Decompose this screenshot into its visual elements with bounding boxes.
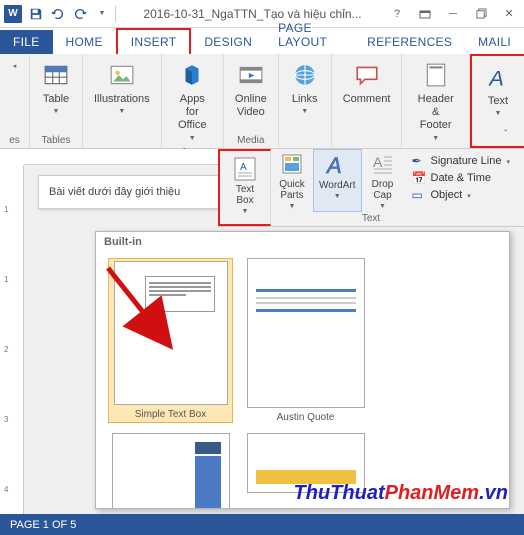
wordart-icon: A <box>324 152 350 178</box>
title-bar: W ▼ 2016-10-31_NgaTTN_Tạo và hiệu chỉn..… <box>0 0 524 28</box>
tab-page-layout[interactable]: PAGE LAYOUT <box>265 16 354 54</box>
date-icon: 📅 <box>412 171 426 185</box>
chevron-down-icon: ▼ <box>495 110 502 117</box>
quick-parts-icon <box>279 151 305 177</box>
chevron-down-icon: ▼ <box>118 108 125 115</box>
qat-dropdown[interactable]: ▼ <box>92 4 112 24</box>
apps-for-office-button[interactable]: Apps for Office ▼ <box>167 57 218 145</box>
restore-button[interactable] <box>470 5 492 23</box>
undo-qat-button[interactable] <box>48 4 68 24</box>
gallery-header: Built-in <box>96 232 509 252</box>
svg-text:A: A <box>325 153 342 178</box>
drop-cap-icon: A <box>370 151 396 177</box>
signature-line-button[interactable]: ✒Signature Line ▾ <box>412 154 510 168</box>
chevron-down-icon: ▼ <box>53 108 60 115</box>
comment-button[interactable]: Comment <box>337 57 397 109</box>
media-group-label: Media <box>237 135 264 146</box>
text-box-gallery: Built-in Simple Text Box Austin Quote <box>95 231 510 509</box>
ribbon: ◂ es Table ▼ Tables Illustrations ▼ Apps <box>0 54 524 149</box>
tab-mailings[interactable]: MAILI <box>465 30 524 54</box>
tables-group-label: Tables <box>42 135 71 146</box>
chevron-down-icon: ▼ <box>189 135 196 142</box>
links-icon <box>290 60 320 90</box>
svg-text:A: A <box>487 66 503 90</box>
text-box-icon: A <box>232 156 258 182</box>
text-group-label: Text <box>362 213 380 224</box>
links-button[interactable]: Links ▼ <box>284 57 326 118</box>
svg-text:A: A <box>240 162 247 173</box>
tab-design[interactable]: DESIGN <box>191 30 265 54</box>
text-sub-ribbon: A Text Box ▼ Quick Parts ▼ A WordArt ▼ A… <box>218 149 524 227</box>
gallery-item-austin-quote[interactable]: Austin Quote <box>243 258 368 423</box>
tab-home[interactable]: HOME <box>53 30 116 54</box>
document-text: Bài viết dưới đây giới thiệu <box>49 186 180 198</box>
object-icon: ▭ <box>412 188 426 202</box>
table-icon <box>41 60 71 90</box>
quick-access-toolbar: ▼ <box>26 4 112 24</box>
status-bar: PAGE 1 OF 5 <box>0 514 524 535</box>
save-qat-button[interactable] <box>26 4 46 24</box>
text-box-button[interactable]: A Text Box ▼ <box>224 154 266 217</box>
chevron-down-icon: ▼ <box>379 203 386 210</box>
quick-parts-button[interactable]: Quick Parts ▼ <box>271 149 313 212</box>
thumb-austin-sidebar <box>112 433 230 509</box>
watermark: ThuThuatPhanMem.vn <box>294 482 508 505</box>
header-footer-button[interactable]: Header & Footer ▼ <box>407 57 464 145</box>
header-icon <box>421 60 451 90</box>
chevron-down-icon: ▼ <box>432 135 439 142</box>
redo-qat-button[interactable] <box>70 4 90 24</box>
text-icon: A <box>483 62 513 92</box>
chevron-down-icon: ▼ <box>334 193 341 200</box>
minimize-button[interactable]: ─ <box>442 5 464 23</box>
chevron-down-icon: ▼ <box>301 108 308 115</box>
illustrations-icon <box>107 60 137 90</box>
gallery-item-simple[interactable]: Simple Text Box <box>108 258 233 423</box>
object-button[interactable]: ▭Object ▾ <box>412 188 510 202</box>
text-group-button[interactable]: A Text ▼ <box>477 59 519 120</box>
comment-icon <box>352 60 382 90</box>
collapse-ribbon-button[interactable]: ˇ <box>504 129 520 145</box>
qat-separator <box>115 6 116 22</box>
thumb-simple-text-box <box>114 261 228 405</box>
table-button[interactable]: Table ▼ <box>35 57 77 118</box>
tab-references[interactable]: REFERENCES <box>354 30 465 54</box>
apps-icon <box>177 60 207 90</box>
thumb-austin-quote <box>247 258 365 408</box>
svg-text:A: A <box>373 154 383 170</box>
tab-insert[interactable]: INSERT <box>116 28 192 54</box>
date-time-button[interactable]: 📅Date & Time <box>412 171 510 185</box>
pages-group-label: es <box>9 135 20 146</box>
ribbon-tabs: FILE HOME INSERT DESIGN PAGE LAYOUT REFE… <box>0 28 524 54</box>
close-button[interactable]: ✕ <box>498 5 520 23</box>
signature-icon: ✒ <box>412 154 426 168</box>
page-count[interactable]: PAGE 1 OF 5 <box>10 519 76 531</box>
vertical-ruler[interactable]: 11 23 4 <box>0 165 24 514</box>
gallery-item-austin-sidebar[interactable]: Austin Sidebar <box>108 433 233 509</box>
wordart-button[interactable]: A WordArt ▼ <box>313 149 362 212</box>
illustrations-button[interactable]: Illustrations ▼ <box>88 57 156 118</box>
ribbon-display-button[interactable] <box>414 5 436 23</box>
chevron-down-icon: ▼ <box>289 203 296 210</box>
app-icon: W <box>4 5 22 23</box>
tab-file[interactable]: FILE <box>0 30 53 54</box>
video-icon <box>236 60 266 90</box>
online-video-button[interactable]: Online Video <box>229 57 273 122</box>
chevron-down-icon: ▼ <box>242 208 249 215</box>
help-button[interactable]: ? <box>386 5 408 23</box>
drop-cap-button[interactable]: A Drop Cap ▼ <box>362 149 404 212</box>
